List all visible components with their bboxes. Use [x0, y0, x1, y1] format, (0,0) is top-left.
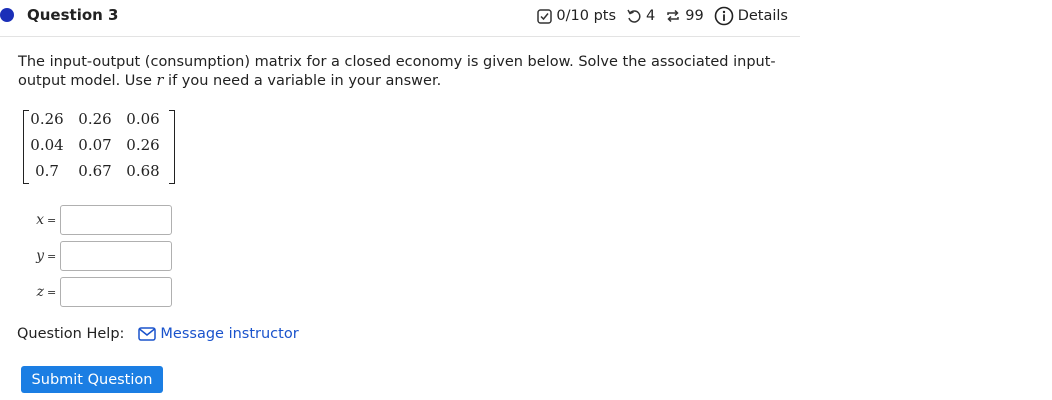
answer-row-x: x = — [18, 205, 173, 235]
matrix-cell: 0.26 — [30, 110, 64, 128]
matrix-cell: 0.68 — [126, 162, 160, 180]
prompt-line-1: The input-output (consumption) matrix fo… — [18, 54, 776, 70]
envelope-icon — [138, 327, 157, 341]
answer-input-z[interactable] — [60, 277, 173, 307]
attempts-count: 99 — [685, 8, 704, 24]
message-instructor-text[interactable]: Message instructor — [160, 326, 298, 342]
matrix-cell: 0.67 — [78, 162, 112, 180]
score-text: 0/10 pts — [556, 8, 617, 24]
variable-label: y — [36, 248, 44, 264]
prompt-text: if you need a variable in your answer. — [163, 73, 442, 89]
equals-sign: = — [47, 213, 57, 227]
question-title: Question 3 — [27, 6, 119, 24]
question-prompt: The input-output (consumption) matrix fo… — [18, 53, 778, 91]
question-meta: 0/10 pts 4 99 Details — [537, 6, 788, 26]
question-help: Question Help: Message instructor — [17, 326, 299, 342]
retries-count: 4 — [646, 8, 656, 24]
variable-label: x — [36, 212, 44, 228]
answer-input-y[interactable] — [60, 241, 173, 271]
answer-row-z: z = — [18, 277, 173, 307]
matrix-right-bracket — [169, 110, 175, 184]
undo-icon — [626, 8, 642, 24]
checkbox-icon — [537, 8, 553, 24]
prompt-line-2: output model. Use r if you need a variab… — [18, 72, 778, 91]
matrix-cell: 0.26 — [78, 110, 112, 128]
question-header: Question 3 0/10 pts 4 99 Details — [0, 0, 800, 37]
equals-sign: = — [47, 249, 57, 263]
matrix-cell: 0.06 — [126, 110, 160, 128]
question-status-dot — [0, 8, 14, 22]
info-icon[interactable] — [714, 6, 734, 26]
variable-label: z — [36, 284, 44, 300]
consumption-matrix: 0.26 0.26 0.06 0.04 0.07 0.26 0.7 0.67 0… — [23, 108, 175, 184]
matrix-cell: 0.26 — [126, 136, 160, 154]
answer-input-x[interactable] — [60, 205, 173, 235]
equals-sign: = — [47, 285, 57, 299]
submit-question-button[interactable]: Submit Question — [21, 366, 163, 393]
matrix-cell: 0.04 — [30, 136, 64, 154]
repeat-icon — [665, 8, 681, 24]
answer-row-y: y = — [18, 241, 173, 271]
matrix-cell: 0.07 — [78, 136, 112, 154]
prompt-text: output model. Use — [18, 73, 157, 89]
message-instructor-link[interactable]: Message instructor — [138, 326, 299, 342]
details-link[interactable]: Details — [738, 8, 788, 24]
question-help-label: Question Help: — [17, 326, 125, 342]
matrix-cell: 0.7 — [35, 162, 59, 180]
